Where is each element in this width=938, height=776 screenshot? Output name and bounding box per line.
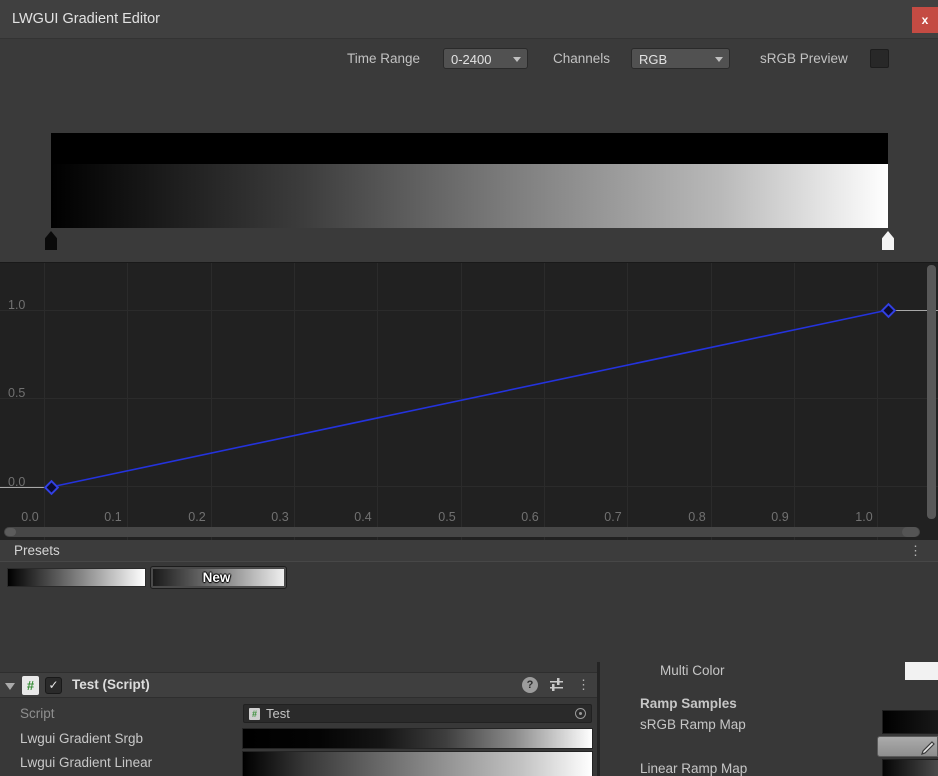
material-panel: Multi Color Ramp Samples sRGB Ramp Map L…	[600, 662, 938, 776]
window-title: LWGUI Gradient Editor	[12, 0, 160, 38]
script-row-label: Script	[20, 704, 55, 723]
gradient-linear-field[interactable]	[243, 752, 592, 776]
srgb-ramp-label: sRGB Ramp Map	[640, 716, 746, 733]
edit-ramp-button[interactable]	[877, 736, 938, 757]
csharp-script-icon: #	[249, 708, 260, 720]
channels-value: RGB	[639, 52, 667, 67]
new-preset-button[interactable]: New	[150, 566, 287, 589]
presets-body: New	[0, 562, 938, 662]
linear-ramp-thumbnail[interactable]	[883, 760, 938, 776]
lwgui-gradient-editor-window: LWGUI Gradient Editor x Time Range 0-240…	[0, 0, 938, 776]
multi-color-label: Multi Color	[660, 662, 725, 679]
chevron-down-icon	[715, 57, 723, 62]
kebab-menu-icon[interactable]: ⋮	[909, 544, 922, 558]
gradient-alpha-strip[interactable]	[51, 133, 888, 164]
time-range-value: 0-2400	[451, 52, 491, 67]
script-object-value: Test	[266, 705, 290, 722]
chevron-down-icon	[513, 57, 521, 62]
gradient-srgb-label: Lwgui Gradient Srgb	[20, 729, 143, 748]
scrollbar-left-handle[interactable]	[5, 528, 16, 536]
close-button[interactable]: x	[912, 7, 938, 33]
channels-dropdown[interactable]: RGB	[631, 48, 730, 69]
preset-gradient-thumbnail[interactable]	[8, 569, 145, 586]
object-picker-dot	[579, 712, 582, 715]
foldout-triangle-icon[interactable]	[5, 683, 15, 690]
vertical-scrollbar[interactable]	[927, 265, 936, 519]
component-header[interactable]: # ✓ Test (Script) ? ⋮	[0, 672, 597, 698]
srgb-preview-checkbox[interactable]	[870, 49, 889, 68]
inspector-panel: # ✓ Test (Script) ? ⋮ Script # Test Lwgu…	[0, 662, 597, 776]
component-enabled-checkbox[interactable]: ✓	[45, 677, 62, 694]
horizontal-scrollbar[interactable]	[4, 527, 920, 537]
multi-color-swatch[interactable]	[905, 662, 938, 680]
presets-icon[interactable]	[548, 678, 566, 692]
presets-title: Presets	[14, 540, 60, 562]
presets-header: Presets ⋮	[0, 540, 938, 562]
new-preset-label: New	[151, 569, 282, 586]
component-title: Test (Script)	[72, 673, 150, 697]
kebab-menu-icon[interactable]: ⋮	[577, 678, 590, 692]
help-icon[interactable]: ?	[522, 677, 538, 693]
object-picker-icon[interactable]	[575, 708, 586, 719]
gradient-color-strip[interactable]	[51, 164, 888, 228]
gradient-preview[interactable]	[51, 133, 888, 228]
pencil-icon	[916, 739, 936, 755]
titlebar[interactable]: LWGUI Gradient Editor x	[0, 0, 938, 39]
gradient-srgb-field[interactable]	[243, 729, 592, 748]
csharp-script-icon: #	[22, 676, 39, 695]
channels-label: Channels	[553, 48, 610, 70]
time-range-label: Time Range	[347, 48, 420, 70]
srgb-ramp-thumbnail[interactable]	[883, 711, 938, 733]
gradient-key-black[interactable]	[45, 231, 57, 250]
linear-ramp-label: Linear Ramp Map	[640, 760, 747, 776]
curve-editor[interactable]: 1.0 0.5 0.0 0.0 0.1 0.2 0.3 0.4 0.5 0.6 …	[0, 262, 938, 540]
time-range-dropdown[interactable]: 0-2400	[443, 48, 528, 69]
curve-line	[0, 263, 938, 541]
scrollbar-right-handle[interactable]	[902, 527, 919, 537]
srgb-preview-label: sRGB Preview	[760, 48, 848, 70]
ramp-samples-header: Ramp Samples	[640, 695, 737, 712]
script-object-field[interactable]: # Test	[243, 704, 592, 723]
gradient-key-white[interactable]	[882, 231, 894, 250]
gradient-linear-label: Lwgui Gradient Linear	[20, 753, 152, 772]
